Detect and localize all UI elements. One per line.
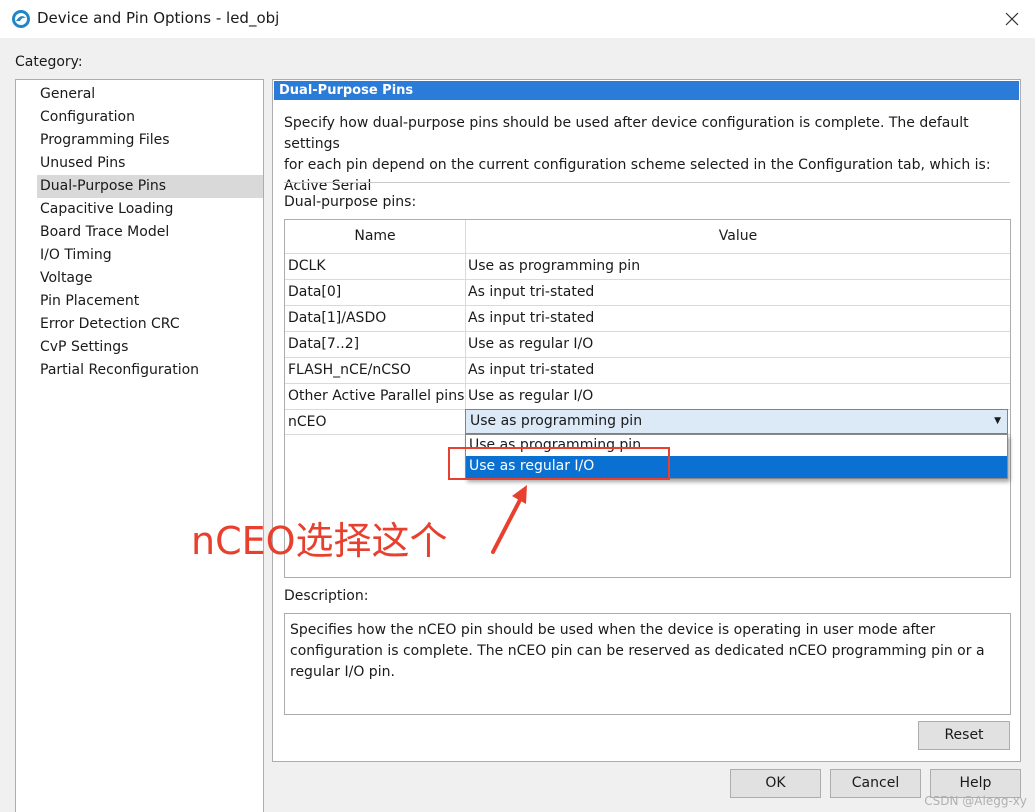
category-item-dual-purpose-pins[interactable]: Dual-Purpose Pins (37, 175, 263, 198)
watermark: CSDN @Alegg-xy (924, 794, 1027, 808)
pins-label: Dual-purpose pins: (284, 194, 417, 210)
pins-table: Name Value DCLK Use as programming pin D… (191, 219, 1011, 578)
panel-header: Dual-Purpose Pins (274, 81, 1019, 100)
annotation-text: nCEO选择这个 (191, 519, 448, 563)
pin-name: Data[0] (288, 284, 342, 300)
category-item-general[interactable]: General (37, 83, 263, 106)
category-item-unused-pins[interactable]: Unused Pins (37, 152, 263, 175)
pin-name: FLASH_nCE/nCSO (288, 362, 411, 378)
reset-button[interactable]: Reset (918, 721, 1010, 750)
intro-line: Specify how dual-purpose pins should be … (284, 115, 969, 152)
intro-line: for each pin depend on the current confi… (284, 157, 991, 173)
category-item-capacitive-loading[interactable]: Capacitive Loading (37, 198, 263, 221)
pin-value[interactable]: Use as programming pin (468, 254, 640, 279)
table-row[interactable]: FLASH_nCE/nCSO As input tri-stated (285, 357, 1010, 383)
category-item-configuration[interactable]: Configuration (37, 106, 263, 129)
category-item-error-detection-crc[interactable]: Error Detection CRC (37, 313, 263, 336)
table-row[interactable]: Data[0] As input tri-stated (285, 279, 1010, 305)
pin-value[interactable]: Use as regular I/O (468, 384, 593, 409)
pin-name: nCEO (288, 414, 327, 430)
close-icon (1005, 12, 1019, 26)
chevron-down-icon[interactable]: ▼ (994, 410, 1001, 432)
cancel-button[interactable]: Cancel (830, 769, 921, 798)
category-list[interactable]: General Configuration Programming Files … (15, 79, 264, 812)
column-header-value[interactable]: Value (466, 220, 1010, 253)
table-row[interactable]: DCLK Use as programming pin (285, 253, 1010, 279)
settings-panel: Dual-Purpose Pins Specify how dual-purpo… (191, 79, 1021, 762)
table-row[interactable]: Other Active Parallel pins Use as regula… (285, 383, 1010, 409)
category-label: Category: (15, 54, 83, 70)
window-title: Device and Pin Options - led_obj (37, 9, 280, 27)
app-icon (12, 10, 30, 28)
pin-value[interactable]: Use as regular I/O (468, 332, 593, 357)
pin-name: Other Active Parallel pins (288, 388, 465, 404)
combo-selected-value: Use as programming pin (470, 413, 643, 429)
category-item-pin-placement[interactable]: Pin Placement (37, 290, 263, 313)
table-row[interactable]: Data[1]/ASDO As input tri-stated (285, 305, 1010, 331)
description-label: Description: (284, 588, 369, 604)
category-item-cvp-settings[interactable]: CvP Settings (37, 336, 263, 359)
description-box: Specifies how the nCEO pin should be use… (284, 613, 1011, 715)
pin-value[interactable]: As input tri-stated (468, 280, 594, 305)
annotation-highlight-box (448, 447, 670, 480)
ok-button[interactable]: OK (730, 769, 821, 798)
table-row[interactable]: Data[7..2] Use as regular I/O (285, 331, 1010, 357)
pin-value[interactable]: As input tri-stated (468, 358, 594, 383)
category-item-io-timing[interactable]: I/O Timing (37, 244, 263, 267)
pin-name: DCLK (288, 258, 326, 274)
divider (284, 182, 1010, 183)
panel-intro: Specify how dual-purpose pins should be … (284, 113, 1014, 197)
category-item-board-trace-model[interactable]: Board Trace Model (37, 221, 263, 244)
close-button[interactable] (989, 0, 1035, 38)
category-item-partial-reconfiguration[interactable]: Partial Reconfiguration (37, 359, 263, 382)
annotation-arrow-icon (491, 485, 527, 554)
description-line: regular I/O pin. (290, 664, 395, 680)
nceo-value-select[interactable]: Use as programming pin ▼ (465, 409, 1008, 434)
description-line: Specifies how the nCEO pin should be use… (290, 622, 936, 638)
category-item-programming-files[interactable]: Programming Files (37, 129, 263, 152)
pin-name: Data[7..2] (288, 336, 360, 352)
pin-name: Data[1]/ASDO (288, 310, 387, 326)
column-header-name[interactable]: Name (285, 220, 465, 253)
category-item-voltage[interactable]: Voltage (37, 267, 263, 290)
pin-value[interactable]: As input tri-stated (468, 306, 594, 331)
description-line: configuration is complete. The nCEO pin … (290, 643, 985, 659)
title-bar: Device and Pin Options - led_obj (0, 0, 1035, 38)
